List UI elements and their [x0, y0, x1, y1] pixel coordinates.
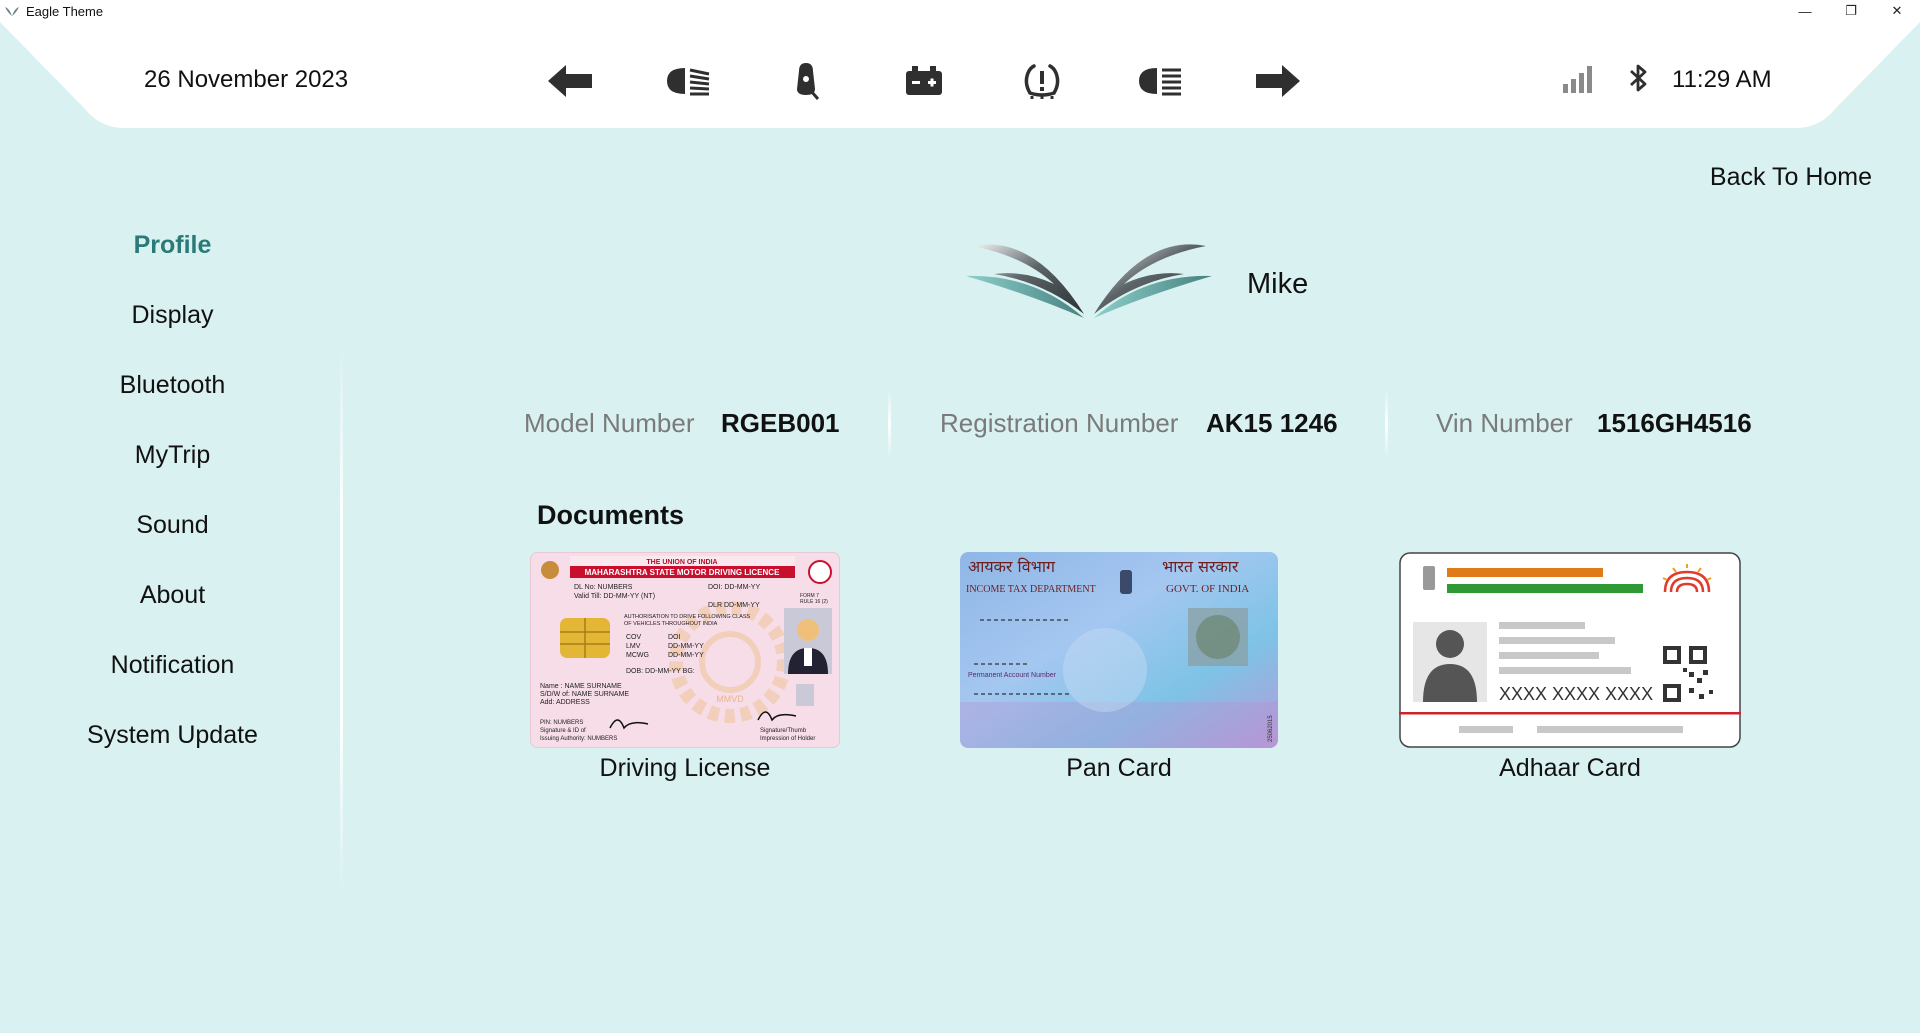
status-bar: 26 November 2023 11:29 AM: [0, 22, 1920, 128]
svg-text:भारत सरकार: भारत सरकार: [1162, 557, 1239, 576]
info-divider: [1385, 388, 1388, 460]
svg-text:DOI: DOI: [668, 634, 681, 641]
vin-number-value: 1516GH4516: [1597, 408, 1752, 438]
pan-card-card[interactable]: आयकर विभाग भारत सरकार INCOME TAX DEPARTM…: [960, 552, 1278, 748]
svg-text:MCWG: MCWG: [626, 652, 649, 659]
svg-text:INCOME TAX DEPARTMENT: INCOME TAX DEPARTMENT: [966, 584, 1096, 595]
svg-text:XXXX XXXX XXXX: XXXX XXXX XXXX: [1499, 684, 1653, 704]
indicator-row: [540, 58, 1310, 104]
svg-text:25062015: 25062015: [1268, 715, 1274, 742]
svg-text:Valid Till: DD-MM-YY (NT): Valid Till: DD-MM-YY (NT): [574, 593, 655, 600]
high-beam-icon: [1130, 58, 1190, 104]
tire-pressure-warning-icon: [1012, 58, 1072, 104]
svg-text:DOI: DD-MM-YY: DOI: DD-MM-YY: [708, 584, 760, 591]
svg-text:Issuing Authority: NUMBERS: Issuing Authority: NUMBERS: [540, 736, 617, 742]
registration-number-label: Registration Number: [940, 408, 1179, 438]
svg-text:Signature/Thumb: Signature/Thumb: [760, 728, 807, 734]
svg-text:OF VEHICLES THROUGHOUT INDIA: OF VEHICLES THROUGHOUT INDIA: [624, 621, 718, 627]
svg-text:DD-MM-YY: DD-MM-YY: [668, 652, 704, 659]
svg-text:Name : NAME SURNAME: Name : NAME SURNAME: [540, 683, 622, 690]
minimize-button[interactable]: —: [1782, 0, 1828, 22]
close-button[interactable]: ✕: [1874, 0, 1920, 22]
sidebar-item-notification[interactable]: Notification: [0, 630, 345, 700]
svg-text:THE UNION OF INDIA: THE UNION OF INDIA: [646, 559, 717, 566]
pan-card-label: Pan Card: [1066, 754, 1172, 782]
svg-text:आयकर विभाग: आयकर विभाग: [968, 557, 1056, 576]
battery-icon: [894, 58, 954, 104]
adhaar-card-image: XXXX XXXX XXXX: [1399, 552, 1741, 748]
date-display: 26 November 2023: [144, 66, 349, 93]
svg-text:DOB: DD-MM-YY BG:: DOB: DD-MM-YY BG:: [626, 668, 695, 675]
documents-heading: Documents: [537, 500, 685, 530]
window-titlebar: Eagle Theme — ❐ ✕: [0, 0, 1920, 22]
svg-text:MAHARASHTRA STATE MOTOR DRIVIN: MAHARASHTRA STATE MOTOR DRIVING LICENCE: [585, 568, 780, 577]
svg-text:DL No: NUMBERS: DL No: NUMBERS: [574, 584, 633, 591]
eagle-app-icon: [5, 7, 19, 16]
clock-display: 11:29 AM: [1672, 66, 1772, 93]
info-divider: [888, 388, 891, 460]
restore-button[interactable]: ❐: [1828, 0, 1874, 22]
svg-text:DD-MM-YY: DD-MM-YY: [668, 643, 704, 650]
pan-card-image: आयकर विभाग भारत सरकार INCOME TAX DEPARTM…: [960, 552, 1278, 748]
driving-license-label: Driving License: [599, 754, 771, 782]
driving-license-card[interactable]: THE UNION OF INDIA MAHARASHTRA STATE MOT…: [530, 552, 840, 748]
svg-text:MMVD: MMVD: [716, 694, 744, 704]
svg-text:Impression of Holder: Impression of Holder: [760, 736, 815, 742]
svg-text:Signature & ID of: Signature & ID of: [540, 728, 586, 734]
sidebar-item-display[interactable]: Display: [0, 280, 345, 350]
svg-text:PIN: NUMBERS: PIN: NUMBERS: [540, 720, 583, 726]
driving-license-image: THE UNION OF INDIA MAHARASHTRA STATE MOT…: [530, 552, 840, 748]
settings-sidebar: Profile Display Bluetooth MyTrip Sound A…: [0, 210, 345, 770]
eagle-wings-logo: [966, 244, 1212, 318]
left-turn-icon: [540, 58, 600, 104]
signal-bars-icon: [1563, 66, 1592, 93]
svg-text:RULE 16 (2): RULE 16 (2): [800, 599, 828, 605]
svg-text:AUTHORISATION TO DRIVE FOLLOWI: AUTHORISATION TO DRIVE FOLLOWING CLASS: [624, 614, 751, 620]
adhaar-card-label: Adhaar Card: [1499, 754, 1641, 782]
vehicle-info-row: Model Number RGEB001 Registration Number…: [0, 408, 1920, 448]
right-turn-icon: [1248, 58, 1308, 104]
adhaar-card-card[interactable]: XXXX XXXX XXXX: [1399, 552, 1741, 748]
registration-number-value: AK15 1246: [1206, 408, 1338, 438]
kickstand-icon: [776, 58, 836, 104]
svg-text:S/D/W of: NAME SURNAME: S/D/W of: NAME SURNAME: [540, 691, 629, 698]
svg-text:Add: ADDRESS: Add: ADDRESS: [540, 699, 590, 706]
model-number-label: Model Number: [524, 408, 695, 438]
window-title: Eagle Theme: [26, 3, 104, 19]
sidebar-item-profile[interactable]: Profile: [0, 210, 345, 280]
svg-text:LMV: LMV: [626, 643, 641, 650]
bluetooth-icon: [1630, 64, 1647, 92]
back-to-home-link[interactable]: Back To Home: [1710, 163, 1872, 192]
low-beam-icon: [658, 58, 718, 104]
sidebar-item-sound[interactable]: Sound: [0, 490, 345, 560]
sidebar-item-about[interactable]: About: [0, 560, 345, 630]
svg-text:GOVT. OF INDIA: GOVT. OF INDIA: [1166, 583, 1249, 595]
svg-text:Permanent Account Number: Permanent Account Number: [968, 672, 1057, 679]
user-name: Mike: [1247, 268, 1309, 300]
model-number-value: RGEB001: [721, 408, 840, 438]
sidebar-item-system-update[interactable]: System Update: [0, 700, 345, 770]
svg-text:DLR DD-MM-YY: DLR DD-MM-YY: [708, 602, 760, 609]
svg-text:COV: COV: [626, 634, 642, 641]
vin-number-label: Vin Number: [1436, 408, 1573, 438]
